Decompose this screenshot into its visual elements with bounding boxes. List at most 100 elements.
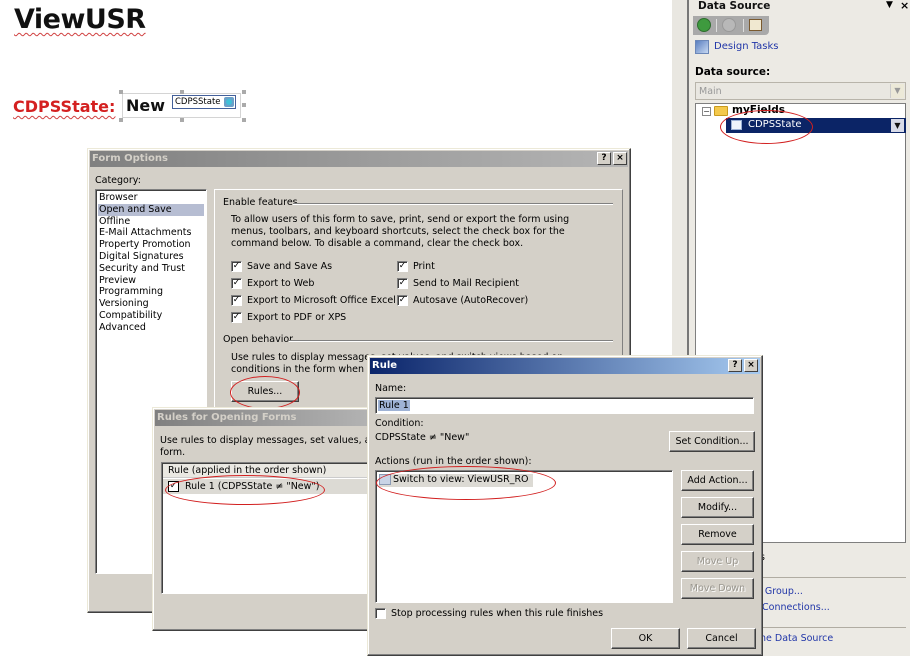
category-item[interactable]: Security and Trust [98, 263, 204, 275]
stop-processing-checkbox[interactable] [375, 608, 386, 619]
ok-button[interactable]: OK [611, 628, 680, 649]
tree-root-node[interactable]: myFields [732, 104, 785, 116]
design-tasks-link[interactable]: Design Tasks [714, 41, 779, 52]
task-pane-title: Data Source [698, 0, 771, 12]
data-source-link[interactable]: he Data Source [760, 633, 833, 644]
collapse-icon[interactable]: − [702, 107, 711, 116]
close-icon[interactable]: × [613, 152, 627, 165]
enable-features-description: To allow users of this form to save, pri… [231, 214, 570, 249]
category-item[interactable]: Programming [98, 286, 204, 298]
move-down-button[interactable]: Move Down [681, 578, 754, 599]
feature-checkbox[interactable]: ✓ [397, 261, 408, 272]
rule-titlebar[interactable]: Rule [370, 358, 760, 374]
feature-checkbox-label: Save and Save As [247, 261, 333, 272]
feature-checkbox-label: Export to Web [247, 278, 315, 289]
cdpsstate-value[interactable]: New [126, 96, 165, 115]
category-item[interactable]: Property Promotion [98, 239, 204, 251]
resize-handle[interactable] [119, 90, 123, 94]
stop-processing-label: Stop processing rules when this rule fin… [391, 608, 604, 619]
nav-separator [743, 19, 744, 32]
task-pane-nav-bar [693, 16, 769, 35]
remove-button[interactable]: Remove [681, 524, 754, 545]
category-item[interactable]: Advanced [98, 322, 204, 334]
move-up-button[interactable]: Move Up [681, 551, 754, 572]
task-pane-close-icon[interactable]: × [900, 0, 909, 12]
task-pane-menu-icon[interactable]: ▼ [886, 0, 893, 10]
view-title: ViewUSR [14, 4, 146, 35]
rules-opening-description-1: Use rules to display messages, set value… [160, 435, 383, 446]
rules-for-opening-forms-dialog: Rules for Opening Forms Use rules to dis… [152, 407, 383, 631]
actions-list[interactable]: Switch to view: ViewUSR_RO [375, 470, 673, 603]
switch-view-icon [379, 474, 391, 485]
category-item[interactable]: Offline [98, 216, 204, 228]
feature-checkbox-label: Export to Microsoft Office Excel [247, 295, 396, 306]
back-icon[interactable] [697, 18, 711, 32]
cdpsstate-label: CDPSState: [13, 97, 116, 116]
field-binding-tag[interactable]: CDPSState [172, 95, 236, 109]
rules-button[interactable]: Rules... [231, 381, 299, 402]
category-item[interactable]: Compatibility [98, 310, 204, 322]
rule-name-input[interactable]: Rule 1 [375, 397, 754, 414]
resize-handle[interactable] [119, 118, 123, 122]
rules-opening-description-2: form. [160, 447, 186, 458]
help-icon[interactable]: ? [597, 152, 611, 165]
feature-checkbox-label: Send to Mail Recipient [413, 278, 519, 289]
rule-enabled-checkbox[interactable]: ✓ [168, 481, 179, 492]
group-divider [289, 340, 613, 342]
feature-checkbox[interactable]: ✓ [231, 278, 242, 289]
cancel-button[interactable]: Cancel [687, 628, 756, 649]
home-icon[interactable] [749, 19, 762, 31]
rules-list-header[interactable]: Rule (applied in the order shown) [163, 464, 382, 478]
form-options-titlebar[interactable]: Form Options [90, 151, 628, 167]
forward-icon[interactable] [722, 18, 736, 32]
category-item[interactable]: Browser [98, 192, 204, 204]
action-row[interactable]: Switch to view: ViewUSR_RO [379, 474, 533, 487]
feature-checkbox-label: Print [413, 261, 435, 272]
resize-handle[interactable] [242, 103, 246, 107]
chevron-down-icon: ▼ [890, 84, 904, 98]
feature-checkbox-label: Export to PDF or XPS [247, 312, 347, 323]
action-row-label: Switch to view: ViewUSR_RO [393, 474, 529, 485]
folder-icon [714, 106, 728, 116]
set-condition-button[interactable]: Set Condition... [669, 431, 755, 452]
rule-row[interactable]: ✓ Rule 1 (CDPSState ≠ "New") [163, 479, 382, 494]
feature-checkbox[interactable]: ✓ [397, 295, 408, 306]
category-item[interactable]: Versioning [98, 298, 204, 310]
design-tasks-icon [695, 40, 709, 54]
open-behavior-group-label: Open behavior [223, 334, 294, 345]
add-group-link[interactable]: r Group... [758, 586, 803, 597]
category-item[interactable]: Open and Save [98, 203, 204, 216]
condition-value: CDPSState ≠ "New" [375, 432, 470, 443]
category-item[interactable]: E-Mail Attachments [98, 227, 204, 239]
rule-name-value: Rule 1 [378, 400, 410, 411]
close-icon[interactable]: × [744, 359, 758, 372]
resize-handle[interactable] [180, 118, 184, 122]
feature-checkbox[interactable]: ✓ [231, 312, 242, 323]
add-action-button[interactable]: Add Action... [681, 470, 754, 491]
data-source-label: Data source: [695, 66, 771, 78]
data-source-select[interactable]: Main ▼ [695, 82, 906, 100]
field-dropdown-icon[interactable]: ▼ [891, 119, 904, 132]
condition-label: Condition: [375, 418, 424, 429]
rules-list[interactable]: Rule (applied in the order shown) ✓ Rule… [161, 462, 383, 594]
help-icon[interactable]: ? [728, 359, 742, 372]
data-source-value: Main [699, 86, 722, 97]
resize-handle[interactable] [180, 90, 184, 94]
feature-checkbox[interactable]: ✓ [231, 295, 242, 306]
modify-button[interactable]: Modify... [681, 497, 754, 518]
name-label: Name: [375, 383, 407, 394]
resize-handle[interactable] [242, 90, 246, 94]
category-item[interactable]: Preview [98, 275, 204, 287]
resize-handle[interactable] [242, 118, 246, 122]
category-item[interactable]: Digital Signatures [98, 251, 204, 263]
divider [760, 577, 906, 578]
rule-row-label: Rule 1 (CDPSState ≠ "New") [185, 481, 320, 492]
rules-opening-titlebar[interactable]: Rules for Opening Forms [155, 410, 379, 426]
feature-checkbox[interactable]: ✓ [231, 261, 242, 272]
feature-checkbox[interactable]: ✓ [397, 278, 408, 289]
category-label: Category: [95, 175, 141, 186]
group-divider [293, 203, 613, 205]
tree-field-node[interactable]: CDPSState [748, 119, 802, 130]
divider [760, 627, 906, 628]
manage-connections-link[interactable]: Connections... [762, 602, 830, 613]
